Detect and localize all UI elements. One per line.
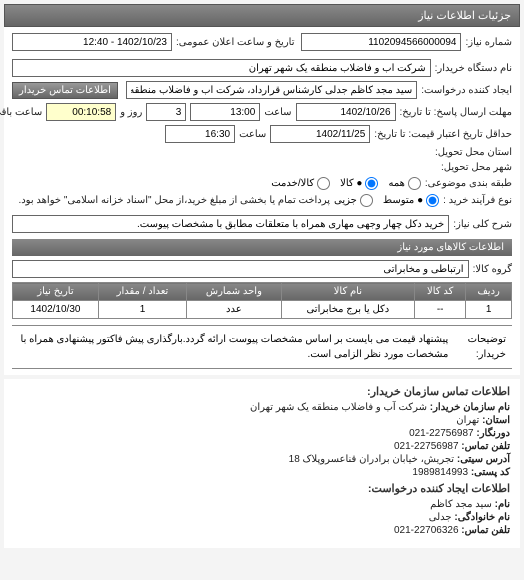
deadline-label: مهلت ارسال پاسخ: تا تاریخ: [400,107,512,118]
buyer-org-input[interactable] [12,59,431,77]
city-label: شهر محل تحویل: [441,162,512,173]
radio-partial[interactable]: جزیی [334,194,373,207]
buy-type-label: نوع فرآیند خرید : [443,195,512,206]
family-value: جدلی [429,512,452,523]
validity-date-input[interactable] [270,125,370,143]
packaging-label: طبقه بندی موضوعی: [425,178,512,189]
public-date-label: تاریخ و ساعت اعلان عمومی: [176,37,295,48]
creator-label: ایجاد کننده درخواست: [421,85,512,96]
th-name: نام کالا [281,283,414,301]
note-text: پیشنهاد قیمت می بایست بر اساس مشخصات پیو… [18,332,448,362]
validity-label: حداقل تاریخ اعتبار قیمت: تا تاریخ: [374,129,512,140]
buyer-contact-panel: اطلاعات تماس سازمان خریدار: نام سازمان خ… [4,379,520,548]
public-date-input[interactable] [12,33,172,51]
desc-label: شرح کلی نیاز: [453,219,512,230]
phone-value: 22706326-021 [394,525,459,536]
validity-time-label: ساعت [239,129,266,140]
address-label: آدرس سیتی: [457,454,510,465]
contact-button[interactable]: اطلاعات تماس خریدار [12,82,118,99]
th-unit: واحد شمارش [187,283,282,301]
deadline-date-input[interactable] [296,103,396,121]
org-value: شرکت آب و فاضلاب منطقه یک شهر تهران [250,402,427,413]
table-row[interactable]: 1 -- دکل یا برج مخابراتی عدد 1 1402/10/3… [13,301,512,319]
state-value: تهران [456,415,479,426]
number-input[interactable] [301,33,461,51]
number-label: شماره نیاز: [465,37,512,48]
goods-section-title: اطلاعات کالاهای مورد نیاز [12,239,512,256]
medium-note: پرداخت تمام یا بخشی از مبلغ خرید،از محل … [12,195,330,206]
remain-time-input [46,103,116,121]
radio-service[interactable]: کالا/خدمت [271,177,330,190]
radio-medium[interactable]: ● متوسط [383,194,439,207]
radio-goods[interactable]: ● کالا [340,177,378,190]
days-count-input[interactable] [146,103,186,121]
deadline-time-input[interactable] [190,103,260,121]
creator-contact-title: اطلاعات ایجاد کننده درخواست: [14,482,510,495]
postal-value: 1989814993 [412,467,468,478]
th-qty: تعداد / مقدار [98,283,186,301]
th-code: کد کالا [415,283,466,301]
remain-suffix: ساعت باقی مانده [0,107,42,118]
name-label: نام: [495,499,510,510]
fax-value: 22756987-021 [409,428,474,439]
org-label: نام سازمان خریدار: [430,402,510,413]
desc-input[interactable] [12,215,449,233]
note-label: توضیحات خریدار: [448,332,506,362]
goods-group-label: گروه کالا: [473,264,512,275]
days-suffix: روز و [120,107,142,118]
buyer-org-label: نام دستگاه خریدار: [435,63,512,74]
creator-input[interactable] [126,81,417,99]
validity-time-input[interactable] [165,125,235,143]
radio-all[interactable]: همه [388,177,420,190]
buyer-contact-title: اطلاعات تماس سازمان خریدار: [14,385,510,398]
deadline-time-label: ساعت [264,107,291,118]
goods-group-input[interactable] [12,260,469,278]
goods-table: ردیف کد کالا نام کالا واحد شمارش تعداد /… [12,282,512,319]
state-label: استان محل تحویل: [435,147,512,158]
th-row: ردیف [466,283,512,301]
panel-title: جزئیات اطلاعات نیاز [4,4,520,27]
tel-value: 22756987-021 [394,441,459,452]
postal-label: کد پستی: [471,467,510,478]
tel-label: تلفن تماس: [461,441,510,452]
state-label2: استان: [482,415,510,426]
address-value: تجریش، خیابان برادران قناعسروپلاک 18 [289,454,454,465]
name-value: سید مجد کاظم [430,499,492,510]
fax-label: دورنگار: [476,428,510,439]
family-label: نام خانوادگی: [454,512,510,523]
phone-label: تلفن تماس: [461,525,510,536]
th-date: تاریخ نیاز [13,283,99,301]
